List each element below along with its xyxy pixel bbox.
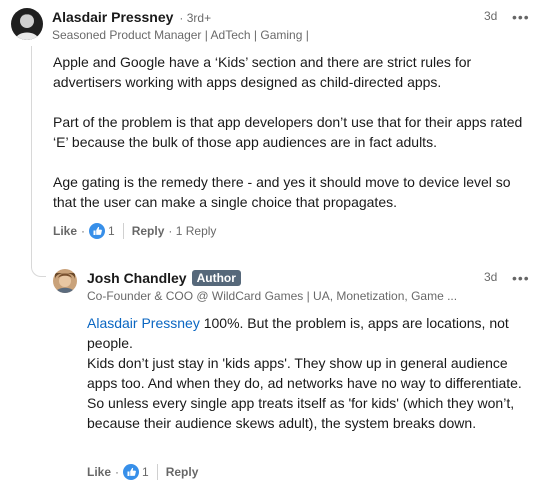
- reaction-count[interactable]: 1: [108, 224, 115, 238]
- author-name[interactable]: Josh Chandley: [87, 270, 187, 286]
- divider: [156, 464, 158, 480]
- reply-paragraph: So unless every single app treats itself…: [87, 395, 515, 431]
- comment-actions: Like · 1 Reply · 1 Reply: [53, 223, 216, 239]
- author-headline: Co-Founder & COO @ WildCard Games | UA, …: [87, 289, 458, 303]
- thread-connector: [31, 46, 32, 268]
- reply-button[interactable]: Reply: [132, 224, 165, 238]
- like-button[interactable]: Like: [53, 224, 77, 238]
- reply-count[interactable]: · 1 Reply: [168, 224, 216, 238]
- mention-link[interactable]: Alasdair Pressney: [87, 315, 200, 331]
- comment-header: Alasdair Pressney · 3rd+: [52, 9, 211, 25]
- reply-timestamp: 3d: [484, 270, 498, 284]
- reply-paragraph: Kids don’t just stay in 'kids apps'. The…: [87, 355, 522, 391]
- avatar[interactable]: [53, 269, 77, 293]
- reaction-count[interactable]: 1: [142, 465, 149, 479]
- reply-paragraph: Alasdair Pressney 100%. But the problem …: [87, 313, 527, 353]
- separator-dot: ·: [115, 465, 120, 479]
- thumbs-up-icon[interactable]: [123, 464, 140, 480]
- more-horizontal-icon[interactable]: •••: [512, 10, 530, 24]
- author-badge: Author: [191, 270, 241, 286]
- reply-header: Josh Chandley Author: [87, 270, 241, 286]
- reply-body: Alasdair Pressney 100%. But the problem …: [87, 313, 527, 433]
- avatar[interactable]: [11, 8, 43, 40]
- comment-timestamp: 3d: [484, 9, 498, 23]
- like-button[interactable]: Like: [87, 465, 111, 479]
- comment-body: Apple and Google have a ‘Kids’ section a…: [53, 52, 523, 212]
- thumbs-up-icon[interactable]: [89, 223, 106, 239]
- more-horizontal-icon[interactable]: •••: [512, 271, 530, 285]
- comment-paragraph: Age gating is the remedy there - and yes…: [53, 174, 511, 210]
- reply-actions: Like · 1 Reply: [87, 464, 198, 480]
- author-headline: Seasoned Product Manager | AdTech | Gami…: [52, 28, 309, 42]
- comment-paragraph: Apple and Google have a ‘Kids’ section a…: [53, 54, 472, 90]
- separator-dot: ·: [81, 224, 86, 238]
- divider: [122, 223, 124, 239]
- comment-paragraph: Part of the problem is that app develope…: [53, 114, 523, 150]
- connection-degree: · 3rd+: [179, 11, 212, 25]
- author-name[interactable]: Alasdair Pressney: [52, 9, 173, 25]
- reply-button[interactable]: Reply: [166, 465, 199, 479]
- profile-photo: [11, 8, 43, 40]
- profile-photo: [53, 269, 77, 293]
- thread-connector-curve: [31, 262, 46, 277]
